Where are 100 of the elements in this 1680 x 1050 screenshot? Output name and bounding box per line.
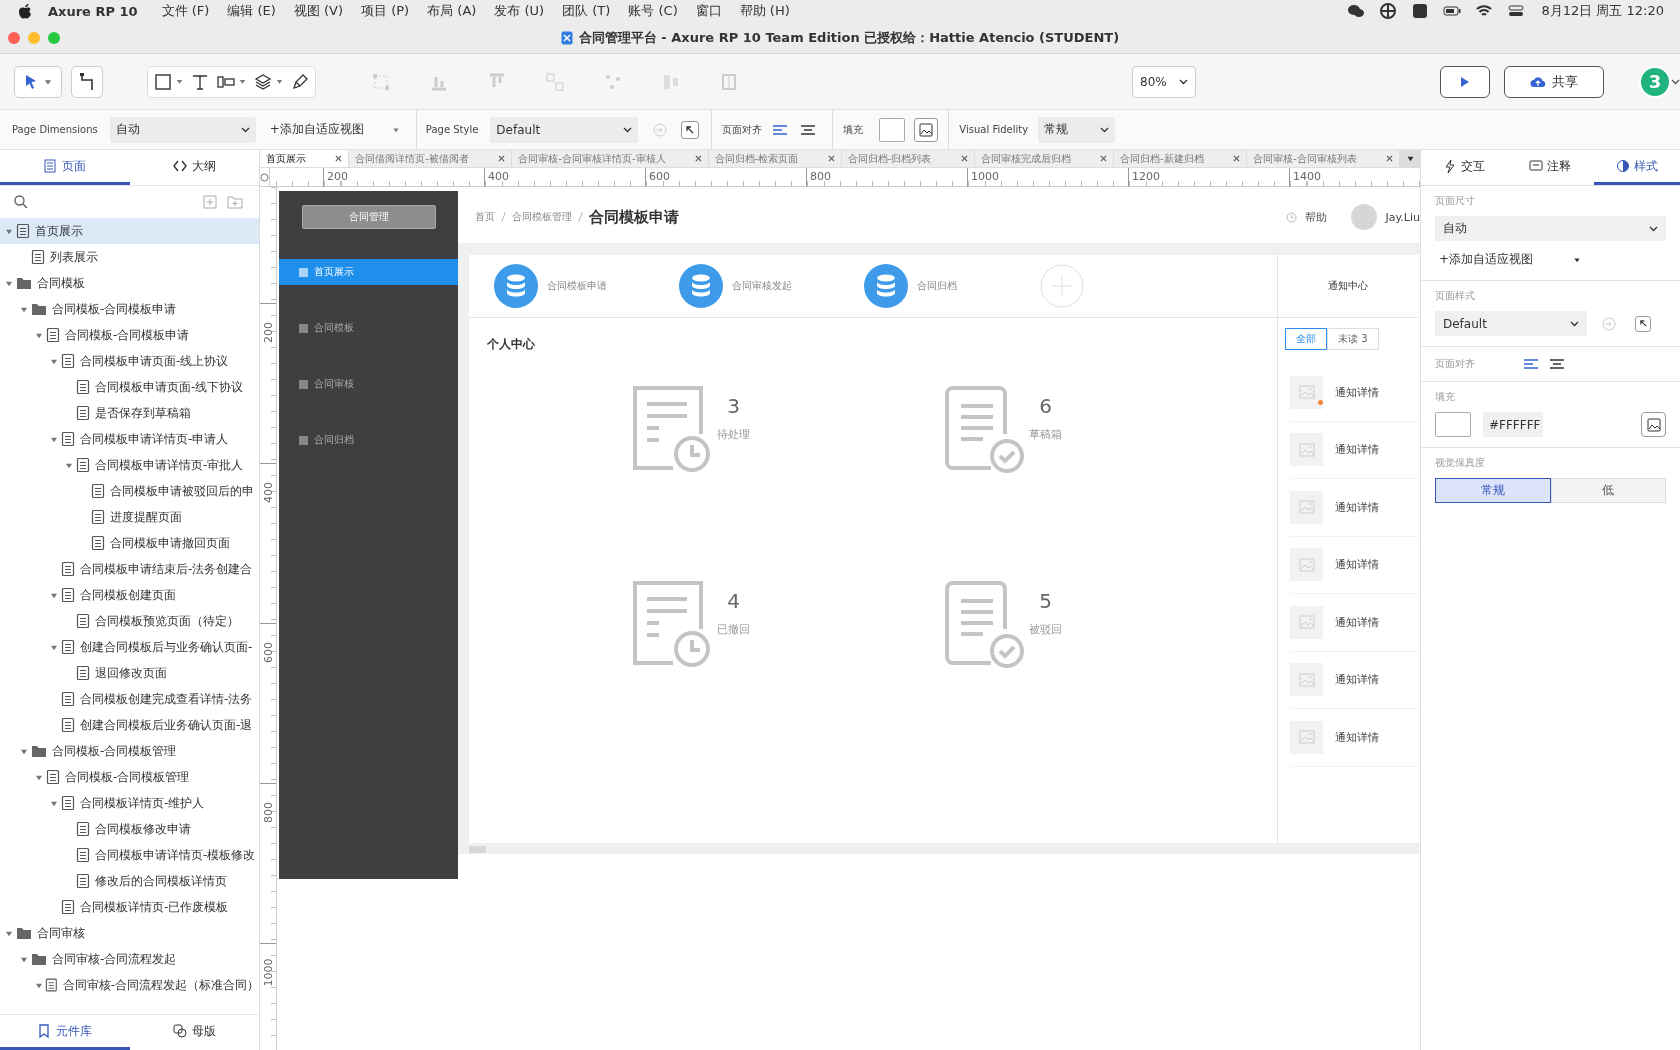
help-link[interactable]: 帮助: [1280, 208, 1334, 226]
tree-item[interactable]: 合同模板申请结束后-法务创建合: [0, 556, 259, 582]
share-button[interactable]: 共享: [1504, 65, 1604, 98]
align-center-icon[interactable]: [800, 123, 817, 136]
menu-item[interactable]: 帮助 (H): [739, 2, 790, 20]
fidelity-dropdown[interactable]: 常规: [1038, 116, 1116, 143]
fill-image-button[interactable]: [914, 117, 939, 142]
caret-down-icon[interactable]: [34, 981, 43, 989]
close-icon[interactable]: [498, 155, 506, 162]
nav-item[interactable]: 合同模板: [279, 315, 458, 341]
rectangle-tool-button[interactable]: [154, 72, 183, 91]
tree-item[interactable]: 合同模板详情页-已作废模板: [0, 894, 259, 920]
text-tool-button[interactable]: [191, 72, 209, 91]
align-left-icon[interactable]: [1523, 358, 1539, 370]
caret-down-icon[interactable]: [50, 591, 58, 599]
caret-down-icon[interactable]: [5, 279, 13, 287]
menu-item[interactable]: 窗口: [695, 2, 722, 20]
menu-item[interactable]: 项目 (P): [361, 2, 410, 20]
caret-down-icon[interactable]: [50, 799, 58, 807]
page-style-dropdown[interactable]: Default: [1435, 311, 1587, 336]
panel-tab[interactable]: 大纲: [129, 150, 259, 185]
tree-item[interactable]: 合同模板预览页面（待定）: [0, 608, 259, 634]
tree-item[interactable]: 合同模板申请详情页-申请人: [0, 426, 259, 452]
page-size-dropdown[interactable]: 自动: [1435, 216, 1666, 241]
caret-down-icon[interactable]: [50, 643, 58, 651]
menu-item[interactable]: 文件 (F): [161, 2, 210, 20]
caret-down-icon[interactable]: [35, 773, 43, 781]
tree-item[interactable]: 首页展示: [0, 218, 259, 244]
menu-item[interactable]: 团队 (T): [562, 2, 611, 20]
close-icon[interactable]: [827, 155, 835, 162]
preview-button[interactable]: [1440, 65, 1490, 98]
notification-item[interactable]: 通知详情: [1335, 729, 1379, 745]
menu-item[interactable]: 编辑 (E): [227, 2, 276, 20]
menu-item[interactable]: 视图 (V): [293, 2, 344, 20]
fidelity-option[interactable]: 低: [1550, 478, 1666, 503]
notification-item[interactable]: 通知详情: [1335, 672, 1379, 688]
fill-image-button[interactable]: [1641, 412, 1666, 437]
caret-down-icon[interactable]: [5, 929, 13, 937]
caret-down-icon[interactable]: [20, 955, 28, 963]
origin-icon[interactable]: [260, 172, 269, 182]
close-button[interactable]: [8, 31, 20, 44]
page-dimensions-dropdown[interactable]: 自动: [109, 116, 256, 143]
add-adaptive-view-button[interactable]: +添加自适应视图: [269, 121, 400, 138]
shortcut-item[interactable]: 合同归档: [864, 264, 1049, 308]
panel-tab[interactable]: 注释: [1507, 150, 1594, 185]
layers-tool-button[interactable]: [254, 72, 283, 91]
chevron-down-icon[interactable]: [1671, 78, 1680, 85]
tree-item[interactable]: 进度提醒页面: [0, 504, 259, 530]
tree-item[interactable]: 退回修改页面: [0, 660, 259, 686]
caret-down-icon[interactable]: [20, 305, 28, 313]
shortcut-item[interactable]: 合同模板申请: [494, 264, 679, 308]
app-icon[interactable]: [1411, 3, 1430, 19]
tree-item[interactable]: 合同审核: [0, 920, 259, 946]
tree-item[interactable]: 修改后的合同模板详情页: [0, 868, 259, 894]
caret-down-icon[interactable]: [50, 435, 58, 443]
filter-tab[interactable]: 未读 3: [1327, 328, 1379, 350]
tree-item[interactable]: 合同审核-合同流程发起（标准合同）: [0, 972, 259, 998]
pen-tool-button[interactable]: [291, 72, 309, 91]
scrollbar-thumb[interactable]: [469, 846, 486, 853]
compass-icon[interactable]: [1379, 3, 1398, 19]
notification-item[interactable]: 通知详情: [1335, 614, 1379, 630]
select-tool-button[interactable]: [14, 65, 62, 98]
filter-tab[interactable]: 全部: [1285, 328, 1327, 350]
page-style-dropdown[interactable]: Default: [490, 116, 639, 143]
tree-item[interactable]: 列表展示: [0, 244, 259, 270]
caret-down-icon[interactable]: [50, 357, 58, 365]
close-icon[interactable]: [694, 155, 702, 162]
connector-tool-button[interactable]: [71, 65, 103, 98]
tree-item[interactable]: 合同审核-合同流程发起: [0, 946, 259, 972]
close-icon[interactable]: [1233, 155, 1241, 162]
app-name[interactable]: Axure RP 10: [48, 3, 138, 19]
notification-item[interactable]: 通知详情: [1335, 557, 1379, 573]
tree-item[interactable]: 合同模板申请页面-线上协议: [0, 348, 259, 374]
fidelity-option[interactable]: 常规: [1435, 478, 1551, 503]
control-center-icon[interactable]: [1507, 3, 1526, 19]
close-icon[interactable]: [335, 155, 343, 162]
caret-down-icon[interactable]: [20, 747, 28, 755]
color-value-field[interactable]: #FFFFFF: [1483, 412, 1543, 437]
shortcut-item[interactable]: 合同审核发起: [679, 264, 864, 308]
nav-item[interactable]: 合同审核: [279, 371, 458, 397]
tree-item[interactable]: 合同模板申请被驳回后的申: [0, 478, 259, 504]
panel-tab[interactable]: 母版: [129, 1015, 259, 1050]
notification-item[interactable]: 通知详情: [1335, 442, 1379, 458]
chat-icon[interactable]: [1347, 3, 1366, 19]
menu-item[interactable]: 账号 (C): [628, 2, 678, 20]
breadcrumb-link[interactable]: 首页: [475, 210, 495, 224]
tree-item[interactable]: 合同模板申请详情页-审批人: [0, 452, 259, 478]
align-center-icon[interactable]: [1549, 358, 1565, 370]
zoom-dropdown[interactable]: 80%: [1132, 65, 1196, 98]
tree-item[interactable]: 合同模板-合同模板申请: [0, 322, 259, 348]
edit-style-button[interactable]: [1635, 315, 1651, 332]
notification-item[interactable]: 通知详情: [1335, 384, 1379, 400]
panel-tab[interactable]: 样式: [1593, 150, 1680, 185]
close-icon[interactable]: [1386, 155, 1393, 162]
search-icon[interactable]: [14, 195, 28, 209]
add-adaptive-view-button[interactable]: +添加自适应视图: [1435, 249, 1666, 270]
menu-bar-clock[interactable]: 8月12日 周五 12:20: [1541, 2, 1664, 20]
tree-item[interactable]: 创建合同模板后与业务确认页面-: [0, 634, 259, 660]
caret-down-icon[interactable]: [35, 331, 43, 339]
breadcrumb-link[interactable]: 合同模板管理: [512, 210, 572, 224]
